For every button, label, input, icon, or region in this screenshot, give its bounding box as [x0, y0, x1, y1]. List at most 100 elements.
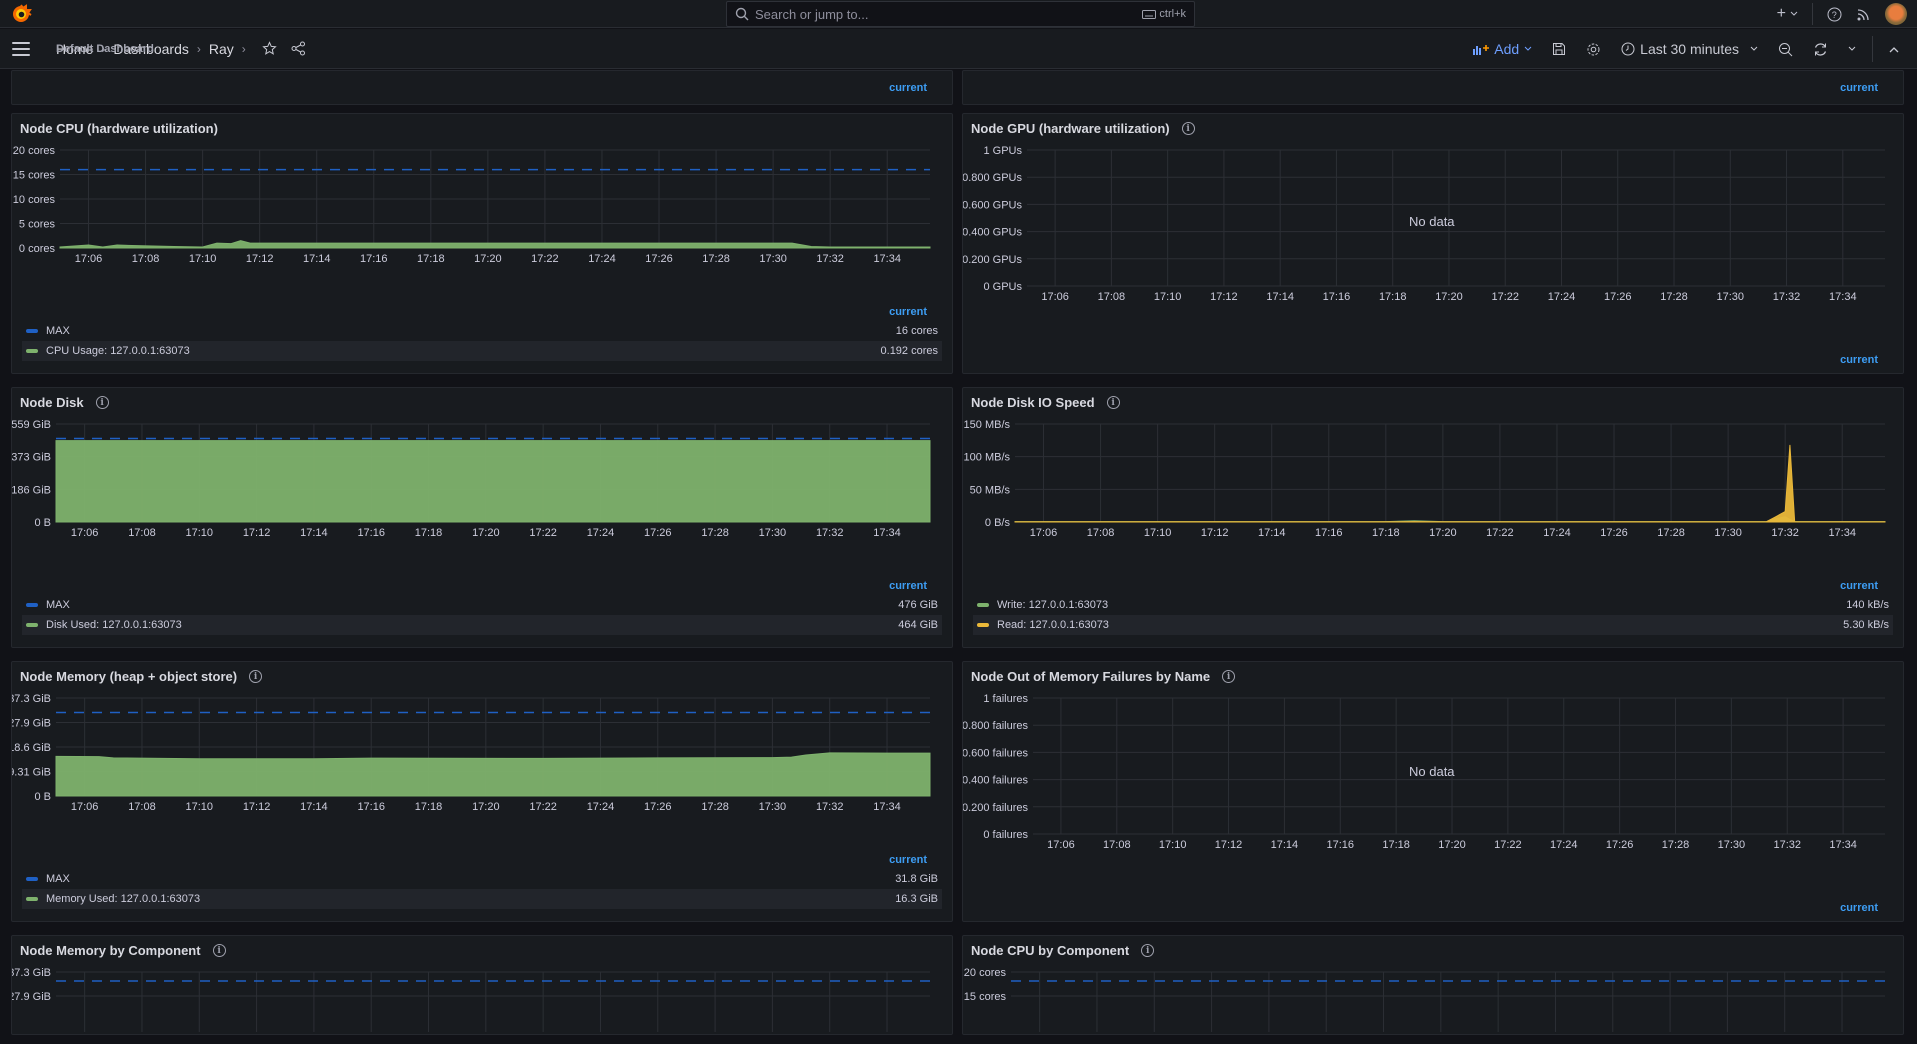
info-icon[interactable]: i [95, 396, 109, 409]
legend-sort-current[interactable]: current [1840, 82, 1878, 94]
y-tick-label: 0.400 GPUs [963, 227, 1022, 239]
x-tick-label: 17:34 [873, 527, 901, 539]
legend-sort-current[interactable]: current [1840, 354, 1878, 366]
legend-item[interactable]: Read: 127.0.0.1:63073 5.30 kB/s [973, 615, 1893, 635]
info-icon[interactable]: i [1222, 670, 1236, 683]
x-tick-label: 17:18 [1379, 291, 1407, 303]
save-dashboard-button[interactable] [1544, 35, 1574, 63]
collapse-toolbar-button[interactable] [1881, 35, 1907, 63]
legend-item[interactable]: Write: 127.0.0.1:63073 140 kB/s [973, 595, 1893, 615]
legend-item[interactable]: Memory Used: 127.0.0.1:63073 16.3 GiB [22, 889, 942, 909]
y-tick-label: 27.9 GiB [12, 718, 51, 730]
x-tick-label: 17:14 [1266, 291, 1294, 303]
save-icon [1553, 43, 1566, 55]
panel-title: Node CPU (hardware utilization) [20, 121, 218, 136]
chart-diskio: 0 B/s 50 MB/s 100 MB/s 150 MB/s 17:06 17:08 17… [964, 419, 1886, 539]
legend-label: CPU Usage: 127.0.0.1:63073 [46, 345, 190, 357]
legend-color-swatch [26, 877, 38, 881]
panel-title-text: Node Memory (heap + object store) [20, 669, 238, 684]
add-button[interactable]: Add [1465, 35, 1540, 63]
legend-item[interactable]: MAX 16 cores [22, 321, 942, 341]
chevron-right-icon: › [241, 41, 246, 56]
x-tick-label: 17:34 [1829, 839, 1857, 851]
legend-sort-current[interactable]: current [889, 82, 927, 94]
chart-cpu-component: 15 cores 20 cores [964, 967, 1885, 1032]
dashboard-settings-button[interactable] [1578, 35, 1609, 63]
grafana-logo-icon[interactable] [10, 3, 32, 25]
panel-title: Node Memory by Component i [20, 943, 226, 958]
y-tick-label: 10 cores [13, 194, 56, 206]
legend-label: Memory Used: 127.0.0.1:63073 [46, 893, 201, 905]
legend-value: 16.3 GiB [895, 893, 938, 905]
panel-title-text: Node CPU by Component [971, 943, 1130, 958]
user-avatar[interactable] [1885, 3, 1907, 25]
x-tick-label: 17:26 [1604, 291, 1632, 303]
legend-item[interactable]: CPU Usage: 127.0.0.1:63073 0.192 cores [22, 341, 942, 361]
news-feed-icon[interactable] [1856, 7, 1871, 22]
x-tick-label: 17:26 [644, 801, 672, 813]
panel-node-gpu: Node GPU (hardware utilization) i 0 GPUs 0… [962, 113, 1904, 374]
legend-value: 0.192 cores [880, 345, 938, 357]
breadcrumb-ray[interactable]: Ray [209, 41, 234, 57]
info-icon[interactable]: i [1106, 396, 1120, 409]
refresh-interval-dropdown[interactable] [1840, 35, 1864, 63]
x-tick-label: 17:26 [645, 253, 673, 265]
info-icon[interactable]: i [1181, 122, 1195, 135]
x-tick-label: 17:24 [1548, 291, 1576, 303]
star-icon[interactable] [262, 41, 277, 56]
refresh-button[interactable] [1805, 35, 1836, 63]
share-icon[interactable] [291, 41, 306, 56]
y-tick-label: 27.9 GiB [12, 991, 51, 1003]
legend-sort-current[interactable]: current [1840, 580, 1878, 592]
x-tick-label: 17:32 [1773, 839, 1801, 851]
menu-toggle-button[interactable] [12, 41, 30, 56]
panel-title: Node Disk IO Speed i [971, 395, 1120, 410]
panel-title: Node Out of Memory Failures by Name i [971, 669, 1236, 684]
info-icon[interactable]: i [212, 944, 226, 957]
x-tick-label: 17:12 [243, 527, 271, 539]
x-tick-label: 17:28 [1660, 291, 1688, 303]
panel-title: Node Memory (heap + object store) i [20, 669, 263, 684]
legend-sort-current[interactable]: current [1840, 902, 1878, 914]
x-tick-label: 17:28 [702, 253, 730, 265]
legend-color-swatch [977, 623, 989, 627]
y-tick-label: 0 B [34, 517, 51, 529]
x-tick-label: 17:28 [1662, 839, 1690, 851]
add-panel-icon [1473, 45, 1490, 55]
x-tick-label: 17:18 [415, 527, 443, 539]
x-tick-label: 17:22 [529, 527, 557, 539]
search-icon [735, 7, 749, 21]
legend-sort-current[interactable]: current [889, 306, 927, 318]
x-tick-label: 17:16 [357, 527, 385, 539]
info-icon[interactable]: i [249, 670, 263, 683]
search-shortcut: ctrl+k [1142, 8, 1186, 20]
x-tick-label: 17:24 [588, 253, 616, 265]
legend-item[interactable]: MAX 476 GiB [22, 595, 942, 615]
legend: Write: 127.0.0.1:63073 140 kB/s Read: 127.… [973, 595, 1893, 635]
new-plus-button[interactable]: + [1777, 5, 1798, 23]
chevron-down-icon [1750, 46, 1758, 51]
legend-sort-current[interactable]: current [889, 580, 927, 592]
legend-value: 31.8 GiB [895, 873, 938, 885]
legend-label: Read: 127.0.0.1:63073 [997, 619, 1109, 631]
help-icon[interactable]: ? [1827, 7, 1842, 22]
x-tick-label: 17:24 [1543, 527, 1571, 539]
info-icon[interactable]: i [1141, 944, 1155, 957]
legend-item[interactable]: MAX 31.8 GiB [22, 869, 942, 889]
time-range-picker[interactable]: Last 30 minutes [1613, 35, 1766, 63]
x-tick-label: 17:14 [300, 801, 328, 813]
keyboard-icon [1142, 9, 1157, 19]
series-area [59, 240, 931, 249]
search-input[interactable]: Search or jump to... ctrl+k [726, 1, 1195, 27]
x-tick-label: 17:08 [1103, 839, 1131, 851]
legend-item[interactable]: Disk Used: 127.0.0.1:63073 464 GiB [22, 615, 942, 635]
series-area [1014, 516, 1886, 523]
x-tick-label: 17:32 [816, 253, 844, 265]
x-tick-label: 17:32 [1771, 527, 1799, 539]
zoom-out-button[interactable] [1770, 35, 1801, 63]
x-tick-label: 17:30 [1718, 839, 1746, 851]
y-tick-label: 1 failures [983, 693, 1028, 705]
y-tick-label: 0 cores [19, 243, 56, 255]
x-tick-label: 17:34 [1828, 527, 1856, 539]
legend-sort-current[interactable]: current [889, 854, 927, 866]
